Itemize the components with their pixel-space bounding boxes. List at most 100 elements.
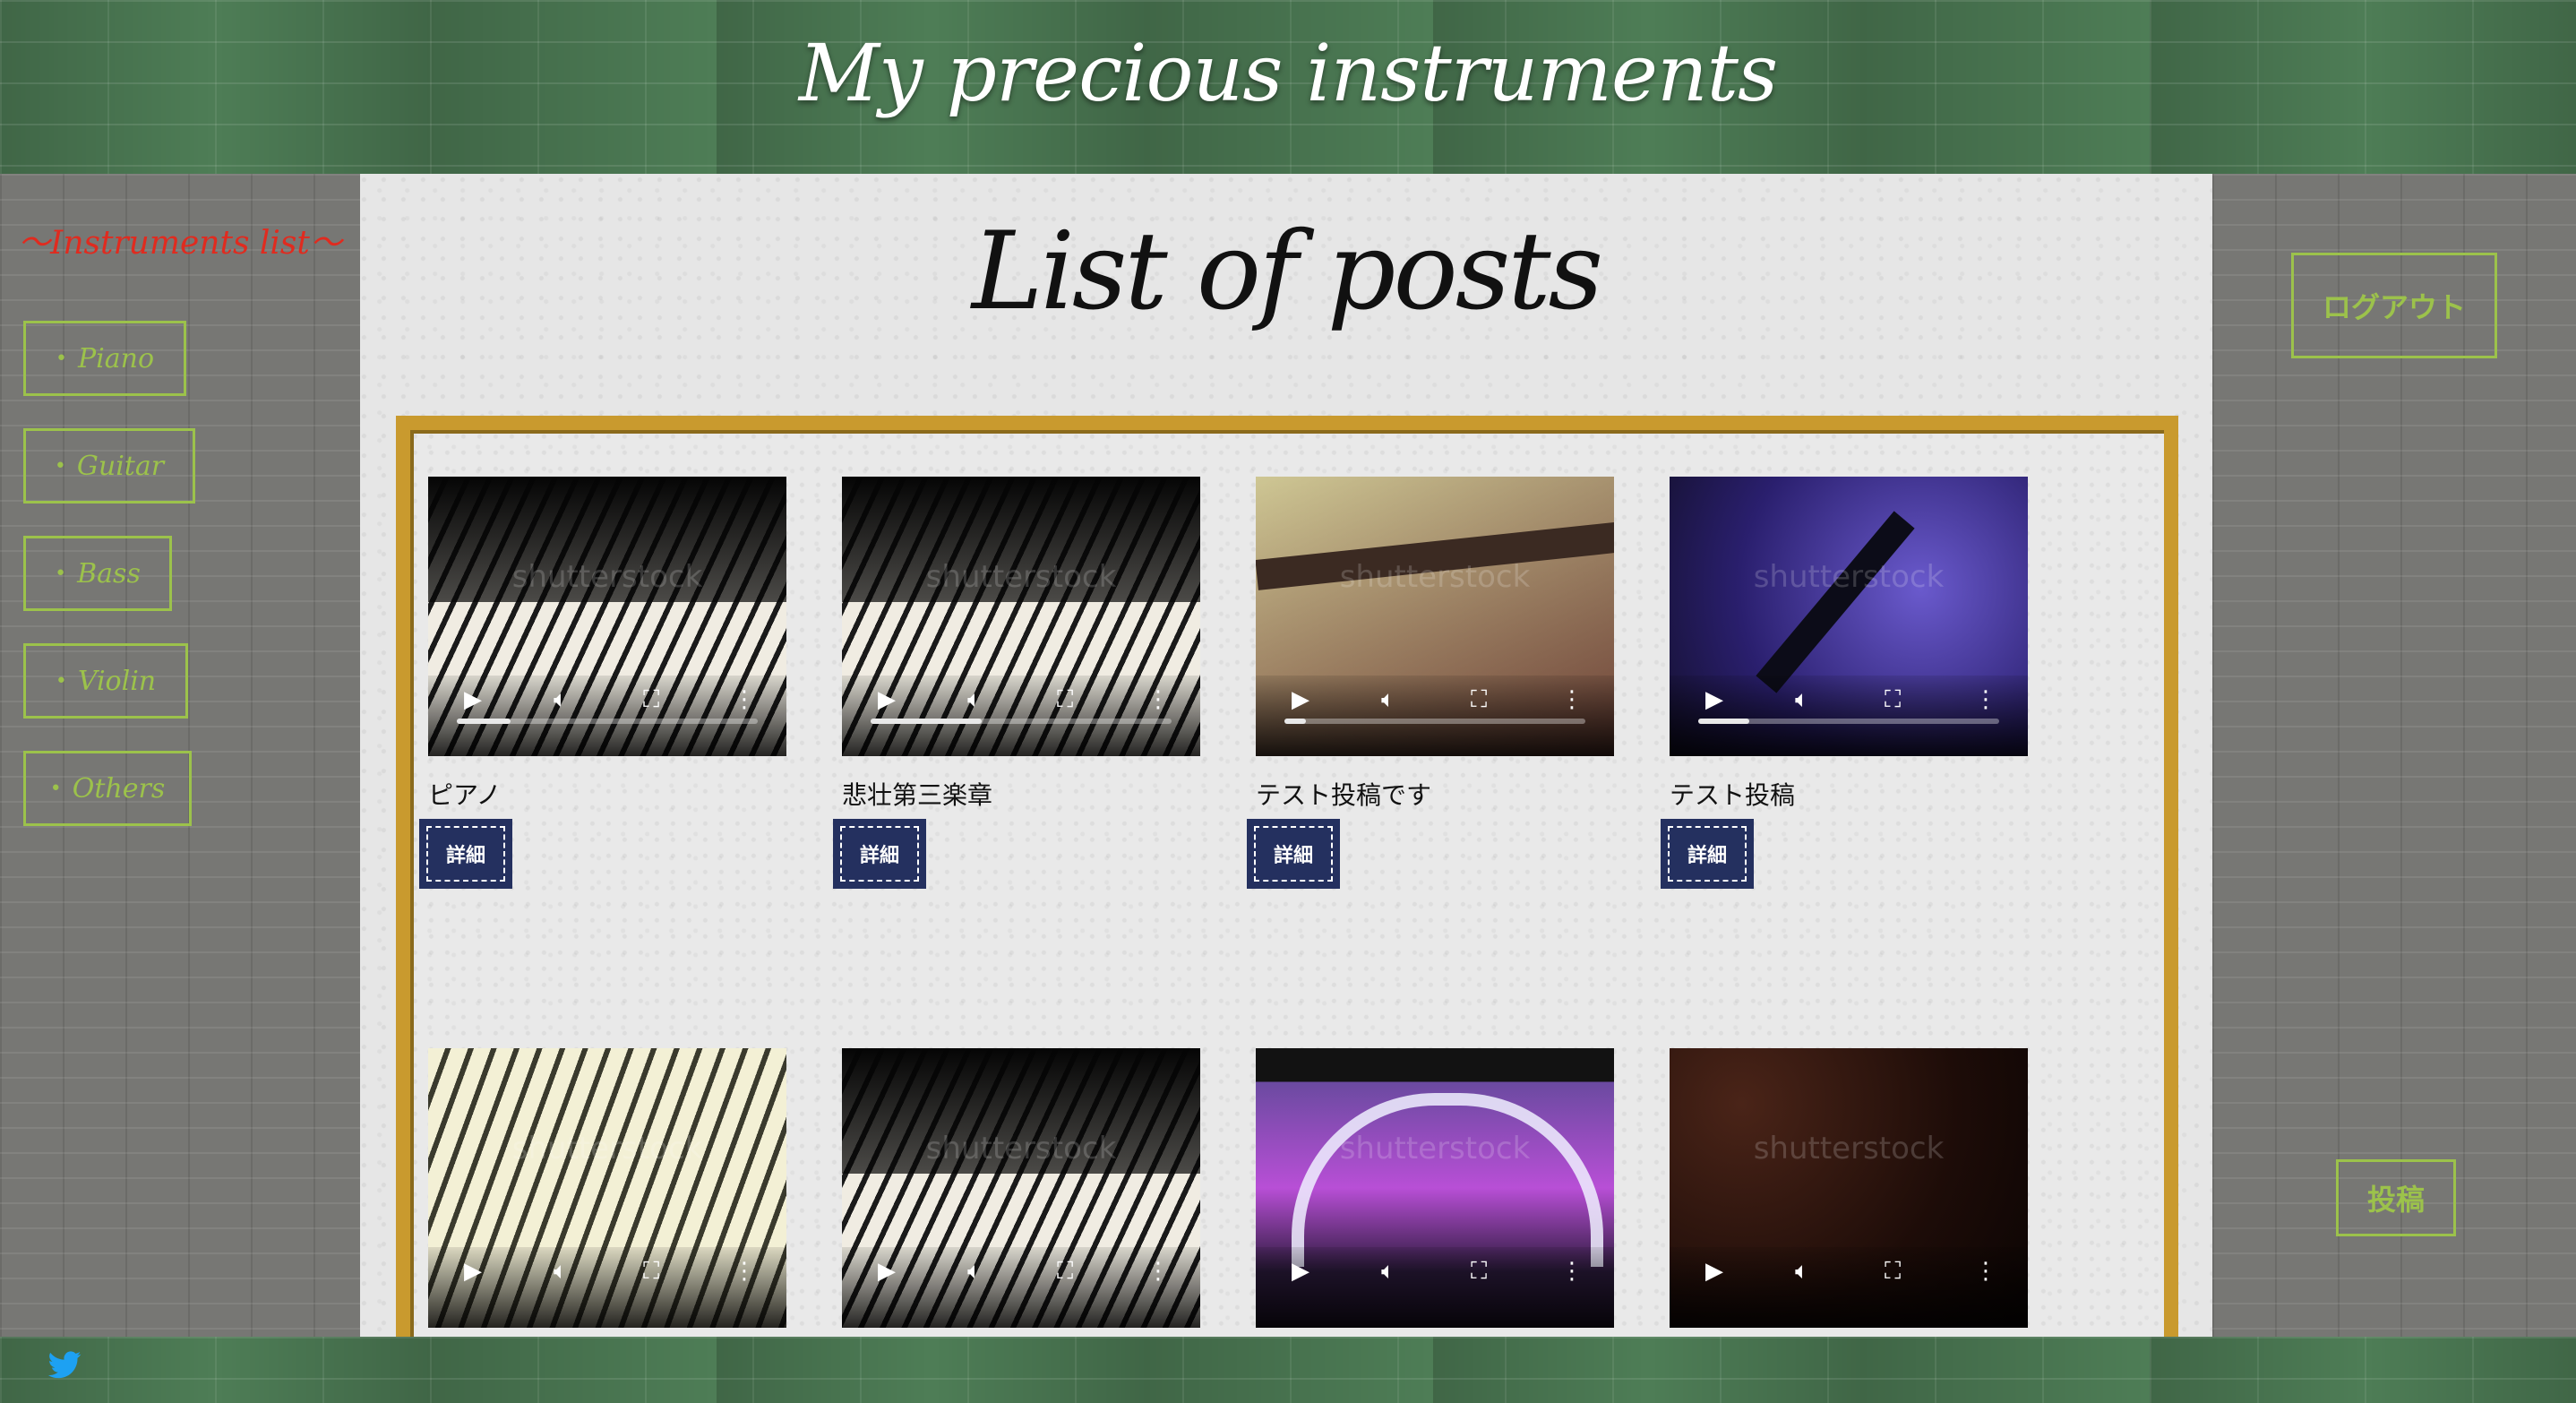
- twitter-icon[interactable]: [47, 1347, 82, 1383]
- watermark-text: shutterstock: [925, 1131, 1117, 1166]
- fullscreen-icon[interactable]: ⛶: [1471, 1260, 1487, 1283]
- video-controls: ▶ 🔈︎ ⛶ ⋮: [1670, 676, 2028, 756]
- volume-icon[interactable]: 🔈︎: [967, 688, 982, 711]
- posts-frame: shutterstock ▶ 🔈︎ ⛶ ⋮ ピアノ 詳細 shutterstock ▶ 🔈︎ ⛶ ⋮ 悲…: [396, 416, 2178, 1337]
- more-icon[interactable]: ⋮: [1974, 1260, 1997, 1283]
- instruments-list-heading: 〜Instruments list〜: [18, 225, 342, 262]
- category-button-bass[interactable]: • Bass: [23, 536, 172, 611]
- more-icon[interactable]: ⋮: [733, 1260, 756, 1283]
- play-icon[interactable]: ▶: [1705, 688, 1723, 711]
- fullscreen-icon[interactable]: ⛶: [1057, 688, 1073, 711]
- video-player[interactable]: shutterstock ▶ 🔈︎ ⛶ ⋮: [842, 477, 1200, 756]
- site-header: My precious instruments: [0, 0, 2576, 174]
- post-title: テスト投稿: [1670, 780, 1796, 810]
- post-card: shutterstock ▶ 🔈︎ ⛶ ⋮ テスト投稿詳細: [1661, 477, 2028, 889]
- detail-button[interactable]: 詳細: [1247, 819, 1340, 889]
- post-card: shutterstock ▶ 🔈︎ ⛶ ⋮: [842, 1048, 1200, 1328]
- site-title: My precious instruments: [798, 27, 1778, 119]
- post-card: shutterstock ▶ 🔈︎ ⛶ ⋮ テスト投稿です詳細: [1247, 477, 1614, 889]
- video-controls: ▶ 🔈︎ ⛶ ⋮: [1670, 1247, 2028, 1328]
- video-controls: ▶ 🔈︎ ⛶ ⋮: [842, 676, 1200, 756]
- video-player[interactable]: shutterstock ▶ 🔈︎ ⛶ ⋮: [842, 1048, 1200, 1328]
- watermark-text: shutterstock: [511, 1131, 703, 1166]
- post-card: shutterstock ▶ 🔈︎ ⛶ ⋮: [1256, 1048, 1614, 1328]
- bullet-icon: •: [55, 562, 67, 585]
- video-player[interactable]: shutterstock ▶ 🔈︎ ⛶ ⋮: [428, 1048, 786, 1328]
- category-button-piano[interactable]: • Piano: [23, 321, 186, 396]
- fullscreen-icon[interactable]: ⛶: [1885, 1260, 1901, 1283]
- video-progress-bar[interactable]: [457, 719, 758, 724]
- detail-button-label: 詳細: [1254, 826, 1333, 882]
- detail-button[interactable]: 詳細: [419, 819, 512, 889]
- volume-icon[interactable]: 🔈︎: [1381, 688, 1395, 711]
- fullscreen-icon[interactable]: ⛶: [1885, 688, 1901, 711]
- category-button-violin[interactable]: • Violin: [23, 643, 188, 719]
- more-icon[interactable]: ⋮: [733, 688, 756, 711]
- page-title: List of posts: [971, 210, 1603, 334]
- watermark-text: shutterstock: [1339, 1131, 1531, 1166]
- play-icon[interactable]: ▶: [878, 1260, 896, 1283]
- video-controls: ▶ 🔈︎ ⛶ ⋮: [842, 1247, 1200, 1328]
- more-icon[interactable]: ⋮: [1560, 1260, 1584, 1283]
- video-player[interactable]: shutterstock ▶ 🔈︎ ⛶ ⋮: [1256, 477, 1614, 756]
- fullscreen-icon[interactable]: ⛶: [643, 688, 659, 711]
- video-progress-bar[interactable]: [871, 719, 1172, 724]
- watermark-text: shutterstock: [1753, 559, 1945, 595]
- detail-button-label: 詳細: [840, 826, 919, 882]
- video-controls: ▶ 🔈︎ ⛶ ⋮: [428, 676, 786, 756]
- play-icon[interactable]: ▶: [878, 688, 896, 711]
- video-progress-fill: [1698, 719, 1750, 724]
- post-card: shutterstock ▶ 🔈︎ ⛶ ⋮: [428, 1048, 786, 1328]
- volume-icon[interactable]: 🔈︎: [1795, 1260, 1809, 1283]
- fullscreen-icon[interactable]: ⛶: [1471, 688, 1487, 711]
- fullscreen-icon[interactable]: ⛶: [643, 1260, 659, 1283]
- play-icon[interactable]: ▶: [1292, 688, 1309, 711]
- video-player[interactable]: shutterstock ▶ 🔈︎ ⛶ ⋮: [428, 477, 786, 756]
- instruments-sidebar: 〜Instruments list〜 • Piano • Guitar • Ba…: [0, 174, 360, 1337]
- bullet-icon: •: [49, 777, 62, 800]
- category-label: Violin: [77, 665, 157, 697]
- more-icon[interactable]: ⋮: [1146, 1260, 1170, 1283]
- video-player[interactable]: shutterstock ▶ 🔈︎ ⛶ ⋮: [1256, 1048, 1614, 1328]
- video-controls: ▶ 🔈︎ ⛶ ⋮: [1256, 1247, 1614, 1328]
- volume-icon[interactable]: 🔈︎: [1381, 1260, 1395, 1283]
- play-icon[interactable]: ▶: [1292, 1260, 1309, 1283]
- post-title: テスト投稿です: [1256, 780, 1432, 810]
- fullscreen-icon[interactable]: ⛶: [1057, 1260, 1073, 1283]
- play-icon[interactable]: ▶: [464, 688, 482, 711]
- more-icon[interactable]: ⋮: [1560, 688, 1584, 711]
- main-content: List of posts shutterstock ▶ 🔈︎ ⛶ ⋮ ピアノ 詳細 shut…: [360, 174, 2212, 1337]
- bullet-icon: •: [54, 454, 66, 478]
- post-card: shutterstock ▶ 🔈︎ ⛶ ⋮: [1670, 1048, 2028, 1328]
- watermark-text: shutterstock: [925, 559, 1117, 595]
- volume-icon[interactable]: 🔈︎: [554, 1260, 568, 1283]
- post-title: 悲壮第三楽章: [842, 780, 993, 810]
- video-player[interactable]: shutterstock ▶ 🔈︎ ⛶ ⋮: [1670, 1048, 2028, 1328]
- category-button-others[interactable]: • Others: [23, 751, 192, 826]
- video-progress-fill: [457, 719, 511, 724]
- watermark-text: shutterstock: [511, 559, 703, 595]
- category-button-guitar[interactable]: • Guitar: [23, 428, 195, 504]
- post-card: shutterstock ▶ 🔈︎ ⛶ ⋮ 悲壮第三楽章詳細: [833, 477, 1200, 889]
- video-progress-bar[interactable]: [1284, 719, 1585, 724]
- video-player[interactable]: shutterstock ▶ 🔈︎ ⛶ ⋮: [1670, 477, 2028, 756]
- detail-button-label: 詳細: [1668, 826, 1747, 882]
- play-icon[interactable]: ▶: [1705, 1260, 1723, 1283]
- detail-button-label: 詳細: [426, 826, 505, 882]
- more-icon[interactable]: ⋮: [1974, 688, 1997, 711]
- bullet-icon: •: [55, 669, 67, 693]
- more-icon[interactable]: ⋮: [1146, 688, 1170, 711]
- volume-icon[interactable]: 🔈︎: [554, 688, 568, 711]
- logout-button[interactable]: ログアウト: [2291, 253, 2497, 358]
- new-post-button[interactable]: 投稿: [2336, 1159, 2456, 1236]
- actions-sidebar: ログアウト 投稿: [2212, 174, 2576, 1337]
- watermark-text: shutterstock: [1339, 559, 1531, 595]
- category-label: Bass: [77, 557, 141, 590]
- play-icon[interactable]: ▶: [464, 1260, 482, 1283]
- volume-icon[interactable]: 🔈︎: [967, 1260, 982, 1283]
- video-progress-fill: [871, 719, 983, 724]
- video-progress-bar[interactable]: [1698, 719, 1999, 724]
- detail-button[interactable]: 詳細: [1661, 819, 1754, 889]
- volume-icon[interactable]: 🔈︎: [1795, 688, 1809, 711]
- detail-button[interactable]: 詳細: [833, 819, 926, 889]
